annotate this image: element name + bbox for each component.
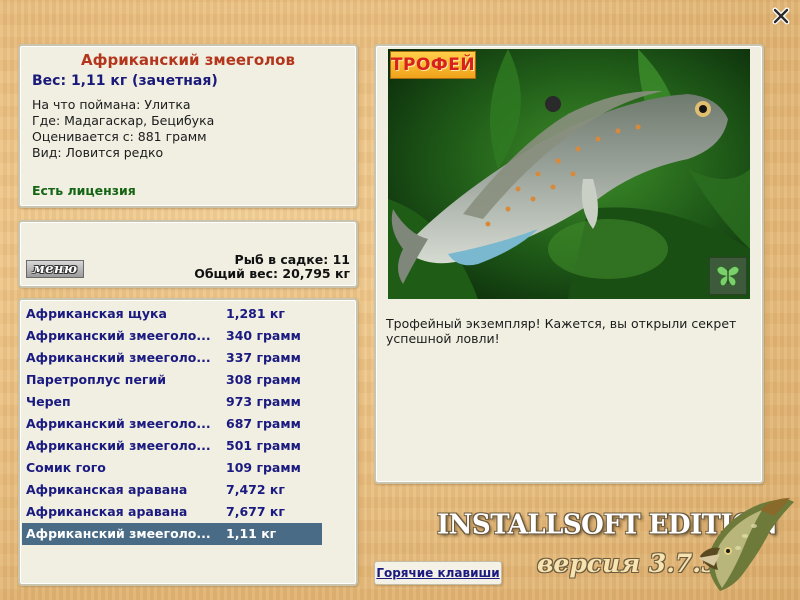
- catch-row[interactable]: Африканский змееголо... 687 грамм: [22, 413, 322, 435]
- catch-name: Африканская аравана: [26, 504, 188, 519]
- photo-panel: ТРОФЕЙ Трофейный экземпляр! Кажется, вы …: [374, 44, 764, 484]
- fish-icon: [388, 49, 750, 299]
- fish-photo: ТРОФЕЙ: [388, 49, 750, 299]
- hotkeys-label: Горячие клавиши: [376, 566, 500, 580]
- catch-row[interactable]: Африканский змееголо... 340 грамм: [22, 325, 322, 347]
- catch-name: Африканский змееголо...: [26, 438, 211, 453]
- catch-list-panel: Африканская щука 1,281 кг Африканский змее…: [18, 298, 358, 586]
- catch-weight: 1,281 кг: [226, 306, 285, 321]
- catch-row[interactable]: Сомик гого 109 грамм: [22, 457, 322, 479]
- catch-name: Сомик гого: [26, 460, 106, 475]
- butterfly-icon[interactable]: [709, 257, 747, 295]
- catch-name: Африканский змееголо...: [26, 416, 211, 431]
- menu-button-label: меню: [32, 261, 78, 277]
- fish-weight: Вес: 1,11 кг (зачетная): [32, 73, 218, 89]
- trophy-description: Трофейный экземпляр! Кажется, вы открыли…: [386, 316, 737, 346]
- catch-row[interactable]: Африканская щука 1,281 кг: [22, 303, 322, 325]
- catch-name: Африканская щука: [26, 306, 167, 321]
- trophy-label: ТРОФЕЙ: [390, 55, 476, 75]
- fish-kind: Вид: Ловится редко: [32, 145, 164, 160]
- catch-name: Паретроплус пегий: [26, 372, 166, 387]
- menu-button[interactable]: меню: [26, 260, 84, 278]
- catch-weight: 340 грамм: [226, 328, 301, 343]
- fish-bait: На что поймана: Улитка: [32, 97, 191, 112]
- fish-threshold: Оценивается с: 881 грамм: [32, 129, 207, 144]
- catch-row[interactable]: Африканская аравана 7,677 кг: [22, 501, 322, 523]
- catch-weight: 7,472 кг: [226, 482, 285, 497]
- catch-row[interactable]: Африканский змееголо... 337 грамм: [22, 347, 322, 369]
- hotkeys-button[interactable]: Горячие клавиши: [374, 561, 502, 585]
- catch-weight: 337 грамм: [226, 350, 301, 365]
- catch-row[interactable]: Череп 973 грамм: [22, 391, 322, 413]
- catch-weight: 308 грамм: [226, 372, 301, 387]
- catch-weight: 1,11 кг: [226, 526, 277, 541]
- catch-weight: 687 грамм: [226, 416, 301, 431]
- catch-name: Череп: [26, 394, 71, 409]
- catch-weight: 109 грамм: [226, 460, 301, 475]
- catch-row[interactable]: Африканский змееголо... 501 грамм: [22, 435, 322, 457]
- license-status: Есть лицензия: [32, 183, 136, 198]
- catch-weight: 973 грамм: [226, 394, 301, 409]
- catch-row[interactable]: Африканская аравана 7,472 кг: [22, 479, 322, 501]
- fish-location: Где: Мадагаскар, Бецибука: [32, 113, 215, 128]
- catch-row[interactable]: Паретроплус пегий 308 грамм: [22, 369, 322, 391]
- trophy-badge: ТРОФЕЙ: [390, 51, 476, 79]
- catch-name: Африканский змееголо...: [26, 350, 211, 365]
- catch-weight: 501 грамм: [226, 438, 301, 453]
- catch-weight: 7,677 кг: [226, 504, 285, 519]
- cage-fish-count: Рыб в садке: 11: [234, 252, 350, 267]
- catch-row[interactable]: Африканский змееголо... 1,11 кг: [22, 523, 322, 545]
- catch-name: Африканский змееголо...: [26, 526, 211, 541]
- cage-total-weight: Общий вес: 20,795 кг: [194, 266, 350, 281]
- fish-info-panel: Африканский змееголов Вес: 1,11 кг (заче…: [18, 44, 358, 208]
- close-icon[interactable]: [771, 6, 791, 26]
- cage-panel: меню Рыб в садке: 11 Общий вес: 20,795 к…: [18, 220, 358, 288]
- fish-title: Африканский змееголов: [81, 51, 295, 69]
- pike-icon: [698, 498, 794, 591]
- catch-name: Африканский змееголо...: [26, 328, 211, 343]
- catch-name: Африканская аравана: [26, 482, 188, 497]
